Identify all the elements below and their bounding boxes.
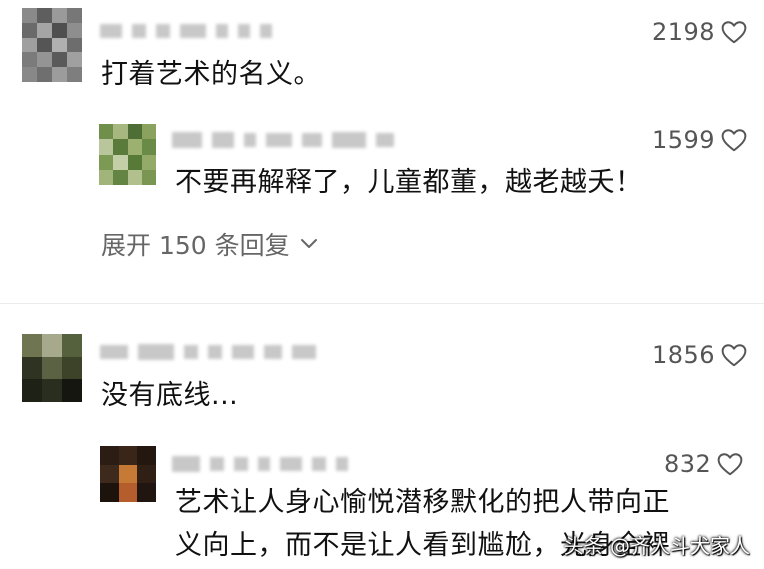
comment-text: 没有底线... [101, 380, 239, 411]
like-count[interactable]: 832 [664, 450, 743, 478]
like-count[interactable]: 1856 [652, 341, 747, 369]
like-count-number: 1599 [652, 126, 716, 154]
username-blurred[interactable] [172, 456, 348, 472]
expand-replies-button[interactable]: 展开 150 条回复 [101, 226, 318, 262]
avatar[interactable] [100, 446, 156, 502]
chevron-down-icon [300, 239, 317, 248]
like-count-number: 1856 [652, 341, 716, 369]
comment-text: 打着艺术的名义。 [101, 59, 321, 90]
username-blurred[interactable] [100, 344, 316, 360]
reply-text: 不要再解释了，儿童都董，越老越夭！ [175, 167, 643, 198]
like-count-number: 832 [664, 450, 712, 478]
avatar[interactable] [99, 124, 156, 185]
username-blurred[interactable] [172, 132, 394, 148]
heart-outline-icon[interactable] [721, 20, 747, 44]
watermark: 头条 @齐人斗犬家人 [563, 534, 750, 558]
avatar[interactable] [22, 8, 82, 82]
like-count-number: 2198 [652, 18, 716, 46]
avatar[interactable] [22, 334, 82, 402]
reply-text-line-1: 艺术让人身心愉悦潜移默化的把人带向正 [175, 487, 670, 518]
heart-outline-icon[interactable] [721, 343, 747, 367]
username-blurred[interactable] [100, 24, 272, 38]
like-count[interactable]: 1599 [652, 126, 747, 154]
expand-replies-label: 展开 150 条回复 [101, 231, 290, 260]
like-count[interactable]: 2198 [652, 18, 747, 46]
heart-outline-icon[interactable] [717, 452, 743, 476]
heart-outline-icon[interactable] [721, 128, 747, 152]
divider [0, 303, 764, 304]
